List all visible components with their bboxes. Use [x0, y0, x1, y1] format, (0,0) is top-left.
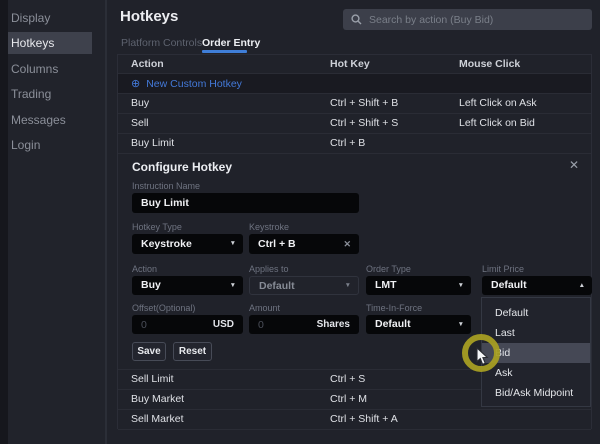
row-action: Sell	[131, 114, 149, 133]
offset-unit: USD	[213, 315, 234, 334]
hotkey-type-dropdown[interactable]: Keystroke ▼	[132, 234, 243, 254]
caret-up-icon: ▲	[579, 276, 585, 295]
amount-label: Amount	[249, 303, 280, 313]
offset-input[interactable]	[141, 319, 202, 331]
row-action: Sell Market	[131, 410, 184, 429]
search-input[interactable]	[369, 14, 584, 26]
reset-button[interactable]: Reset	[173, 342, 212, 361]
limit-price-label: Limit Price	[482, 264, 524, 274]
column-header-action: Action	[131, 55, 164, 74]
row-action: Sell Limit	[131, 370, 174, 389]
caret-down-icon: ▼	[458, 315, 464, 334]
action-label: Action	[132, 264, 157, 274]
sidebar-item-display[interactable]: Display	[8, 7, 92, 29]
row-hotkey: Ctrl + B	[330, 134, 365, 153]
keystroke-label: Keystroke	[249, 222, 289, 232]
row-hotkey: Ctrl + S	[330, 370, 365, 389]
order-type-dropdown[interactable]: LMT ▼	[366, 276, 471, 295]
time-in-force-value: Default	[375, 318, 411, 330]
table-row-buy[interactable]: Buy Ctrl + Shift + B Left Click on Ask	[118, 94, 591, 114]
action-dropdown[interactable]: Buy ▼	[132, 276, 243, 295]
offset-field[interactable]: USD	[132, 315, 243, 334]
menu-option-last[interactable]: Last	[482, 323, 590, 343]
limit-price-value: Default	[491, 279, 527, 291]
sidebar-item-columns[interactable]: Columns	[8, 58, 92, 80]
instruction-name-field[interactable]: Buy Limit	[132, 193, 359, 213]
time-in-force-label: Time-In-Force	[366, 303, 422, 313]
row-hotkey: Ctrl + Shift + S	[330, 114, 398, 133]
instruction-name-label: Instruction Name	[132, 181, 200, 191]
caret-down-icon: ▼	[458, 276, 464, 295]
close-icon[interactable]: ✕	[569, 158, 579, 172]
active-tab-underline	[202, 50, 247, 53]
menu-option-bid-ask-midpoint[interactable]: Bid/Ask Midpoint	[482, 383, 590, 403]
table-row-sell[interactable]: Sell Ctrl + Shift + S Left Click on Bid	[118, 114, 591, 134]
hotkey-type-label: Hotkey Type	[132, 222, 182, 232]
keystroke-field[interactable]: Ctrl + B ✕	[249, 234, 359, 254]
row-hotkey: Ctrl + Shift + B	[330, 94, 398, 113]
row-action: Buy Market	[131, 390, 184, 409]
configure-hotkey-title: Configure Hotkey	[132, 160, 232, 174]
search-icon	[351, 14, 362, 25]
row-mouse-click: Left Click on Bid	[459, 114, 535, 133]
applies-to-dropdown[interactable]: Default ▼	[249, 276, 359, 295]
search-box[interactable]	[343, 9, 592, 30]
keystroke-value: Ctrl + B	[258, 238, 296, 250]
amount-unit: Shares	[317, 315, 350, 334]
amount-field[interactable]: Shares	[249, 315, 359, 334]
offset-label: Offset(Optional)	[132, 303, 195, 313]
sidebar-item-hotkeys[interactable]: Hotkeys	[8, 32, 92, 54]
caret-down-icon: ▼	[230, 234, 236, 254]
sidebar-divider	[105, 0, 107, 444]
action-value: Buy	[141, 279, 161, 291]
sidebar-item-trading[interactable]: Trading	[8, 83, 92, 105]
menu-option-ask[interactable]: Ask	[482, 363, 590, 383]
table-row-sell-market[interactable]: Sell Market Ctrl + Shift + A	[118, 410, 591, 430]
limit-price-dropdown[interactable]: Default ▲	[482, 276, 592, 295]
menu-option-default[interactable]: Default	[482, 303, 590, 323]
row-action: Buy Limit	[131, 134, 174, 153]
order-type-value: LMT	[375, 279, 397, 291]
clear-keystroke-icon[interactable]: ✕	[343, 234, 351, 254]
column-header-mouse-click: Mouse Click	[459, 55, 520, 74]
hotkey-type-value: Keystroke	[141, 238, 192, 250]
row-hotkey: Ctrl + M	[330, 390, 367, 409]
amount-input[interactable]	[258, 319, 319, 331]
applies-to-value: Default	[259, 280, 295, 292]
time-in-force-dropdown[interactable]: Default ▼	[366, 315, 471, 334]
tab-order-entry[interactable]: Order Entry	[202, 37, 260, 49]
sidebar-item-login[interactable]: Login	[8, 134, 92, 156]
table-header-row: Action Hot Key Mouse Click	[118, 55, 591, 74]
column-header-hotkey: Hot Key	[330, 55, 370, 74]
table-row-buy-limit[interactable]: Buy Limit Ctrl + B	[118, 134, 591, 154]
sidebar-item-messages[interactable]: Messages	[8, 109, 92, 131]
applies-to-label: Applies to	[249, 264, 289, 274]
tab-platform-controls[interactable]: Platform Controls	[121, 37, 202, 49]
page-title: Hotkeys	[120, 8, 178, 25]
mouse-cursor	[476, 347, 489, 366]
caret-down-icon: ▼	[345, 277, 351, 295]
new-custom-hotkey-link[interactable]: ⊕ New Custom Hotkey	[131, 74, 242, 94]
window-left-edge	[0, 0, 8, 444]
row-hotkey: Ctrl + Shift + A	[330, 410, 398, 429]
row-mouse-click: Left Click on Ask	[459, 94, 537, 113]
order-type-label: Order Type	[366, 264, 411, 274]
new-custom-hotkey-label: New Custom Hotkey	[146, 74, 242, 94]
new-custom-hotkey-row[interactable]: ⊕ New Custom Hotkey	[118, 74, 591, 94]
settings-sidebar: Display Hotkeys Columns Trading Messages…	[8, 0, 105, 444]
row-action: Buy	[131, 94, 149, 113]
save-button[interactable]: Save	[132, 342, 166, 361]
add-circle-icon: ⊕	[131, 74, 140, 94]
caret-down-icon: ▼	[230, 276, 236, 295]
